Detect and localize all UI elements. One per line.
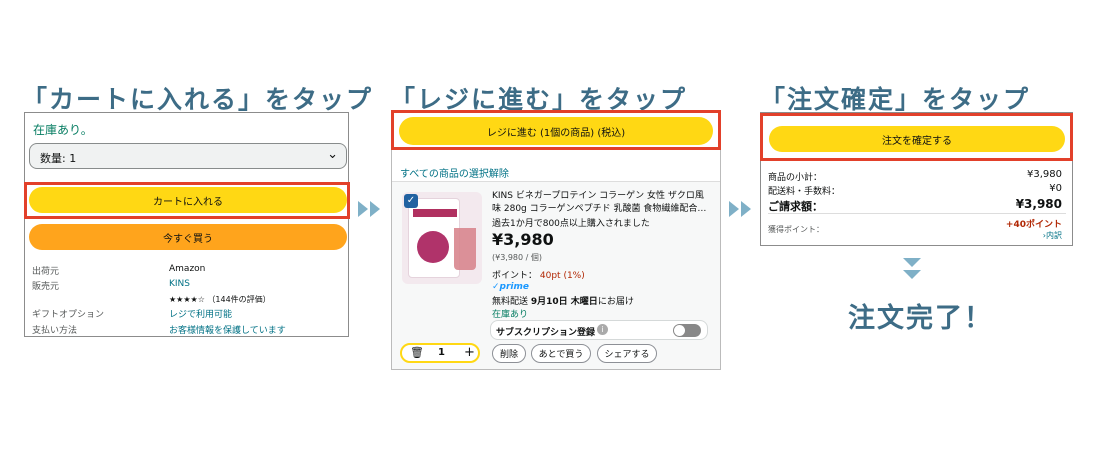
share-button[interactable]: シェアする (597, 344, 657, 363)
quantity-value: 1 (438, 347, 445, 358)
buy-now-button[interactable]: 今すぐ買う (29, 224, 347, 250)
delivery-label: 無料配送 (492, 297, 529, 307)
delivery-date: 9月10日 木曜日 (530, 297, 598, 307)
delete-button[interactable]: 削除 (492, 344, 526, 363)
quantity-value: 数量: 1 (40, 152, 77, 165)
in-stock-label: 在庫あり (492, 310, 529, 320)
divider (768, 213, 1066, 214)
next-arrow-icon (358, 201, 368, 217)
points-label: ポイント： (492, 271, 538, 281)
toggle-knob (674, 325, 685, 336)
shipper-value: Amazon (169, 264, 206, 274)
trash-icon[interactable]: 🗑 (410, 346, 424, 359)
highlight-proceed (391, 110, 721, 150)
next-arrow-icon (741, 201, 751, 217)
cart-item: ✓ KINS ビネガープロテイン コラーゲン 女性 ザクロ風味 280g コラー… (392, 181, 720, 369)
subtotal-label: 商品の小計： (768, 173, 823, 183)
seller-label: 販売元 (32, 282, 60, 292)
shipping-label: 配送料・手数料： (768, 187, 841, 197)
plus-icon[interactable]: + (464, 345, 475, 360)
gift-option-link[interactable]: レジで利用可能 (169, 307, 232, 320)
pomegranate-graphic (417, 231, 449, 263)
rating-stars[interactable]: ★★★★☆ （144件の評価） (169, 294, 271, 305)
product-price: ¥3,980 (492, 230, 554, 249)
next-arrow-icon (729, 201, 739, 217)
order-complete-text: 注文完了！ (848, 303, 993, 334)
product-title-link[interactable]: KINS ビネガープロテイン コラーゲン 女性 ザクロ風味 280g コラーゲン… (492, 190, 710, 216)
highlight-add-to-cart (24, 182, 350, 219)
breakdown-link[interactable]: ›内訳 (1043, 230, 1062, 241)
points-earned-value: +40ポイント (1005, 220, 1062, 230)
down-arrow-icon (903, 270, 921, 279)
total-label: ご請求額： (768, 200, 823, 213)
step1-title: 「カートに入れる」をタップ (22, 85, 374, 114)
stock-status: 在庫あり。 (33, 123, 93, 137)
delivery-suffix: にお届け (597, 297, 634, 307)
quantity-stepper: 🗑 1 + (400, 343, 480, 363)
seller-link[interactable]: KINS (169, 279, 190, 289)
payment-label: 支払い方法 (32, 326, 78, 336)
pouch-label-band (413, 209, 457, 217)
step3-title: 「注文確定」をタップ (760, 85, 1031, 114)
prime-badge: prime (499, 282, 529, 292)
product-pouch (408, 198, 460, 278)
unit-price: (¥3,980 / 個) (492, 253, 543, 262)
purchase-count-note: 過去1か月で800点以上購入されました (492, 219, 650, 229)
info-icon[interactable]: i (597, 324, 608, 335)
payment-link[interactable]: お客様情報を保護しています (169, 323, 286, 336)
subscription-toggle[interactable] (673, 324, 701, 337)
product-buy-box: 在庫あり。 数量: 1 ⌄ カートに入れる 今すぐ買う 出荷元 Amazon 販… (24, 112, 349, 337)
shipper-label: 出荷元 (32, 267, 60, 277)
points-value: 40pt (1%) (539, 271, 585, 281)
cart-panel: レジに進む (1個の商品) (税込) すべての商品の選択解除 ✓ KINS ビネ… (391, 112, 721, 370)
chevron-down-icon: ⌄ (327, 147, 338, 162)
subscription-row: サブスクリプション登録 i (490, 320, 708, 340)
subscription-label: サブスクリプション登録 (496, 328, 596, 338)
subtotal-value: ¥3,980 (1027, 169, 1062, 180)
save-for-later-button[interactable]: あとで買う (531, 344, 591, 363)
prime-check-icon: ✓ (492, 282, 500, 292)
item-checkbox-checked-icon[interactable]: ✓ (404, 194, 418, 208)
deselect-all-link[interactable]: すべての商品の選択解除 (400, 165, 509, 180)
points-earned-label: 獲得ポイント： (768, 225, 824, 234)
down-arrow-icon (903, 258, 921, 267)
next-arrow-icon (370, 201, 380, 217)
highlight-place-order (760, 113, 1073, 161)
quantity-select[interactable]: 数量: 1 ⌄ (29, 143, 347, 169)
shipping-value: ¥0 (1049, 183, 1062, 194)
gift-option-label: ギフトオプション (32, 310, 105, 320)
drink-glass-graphic (454, 228, 476, 270)
total-value: ¥3,980 (1015, 197, 1062, 211)
